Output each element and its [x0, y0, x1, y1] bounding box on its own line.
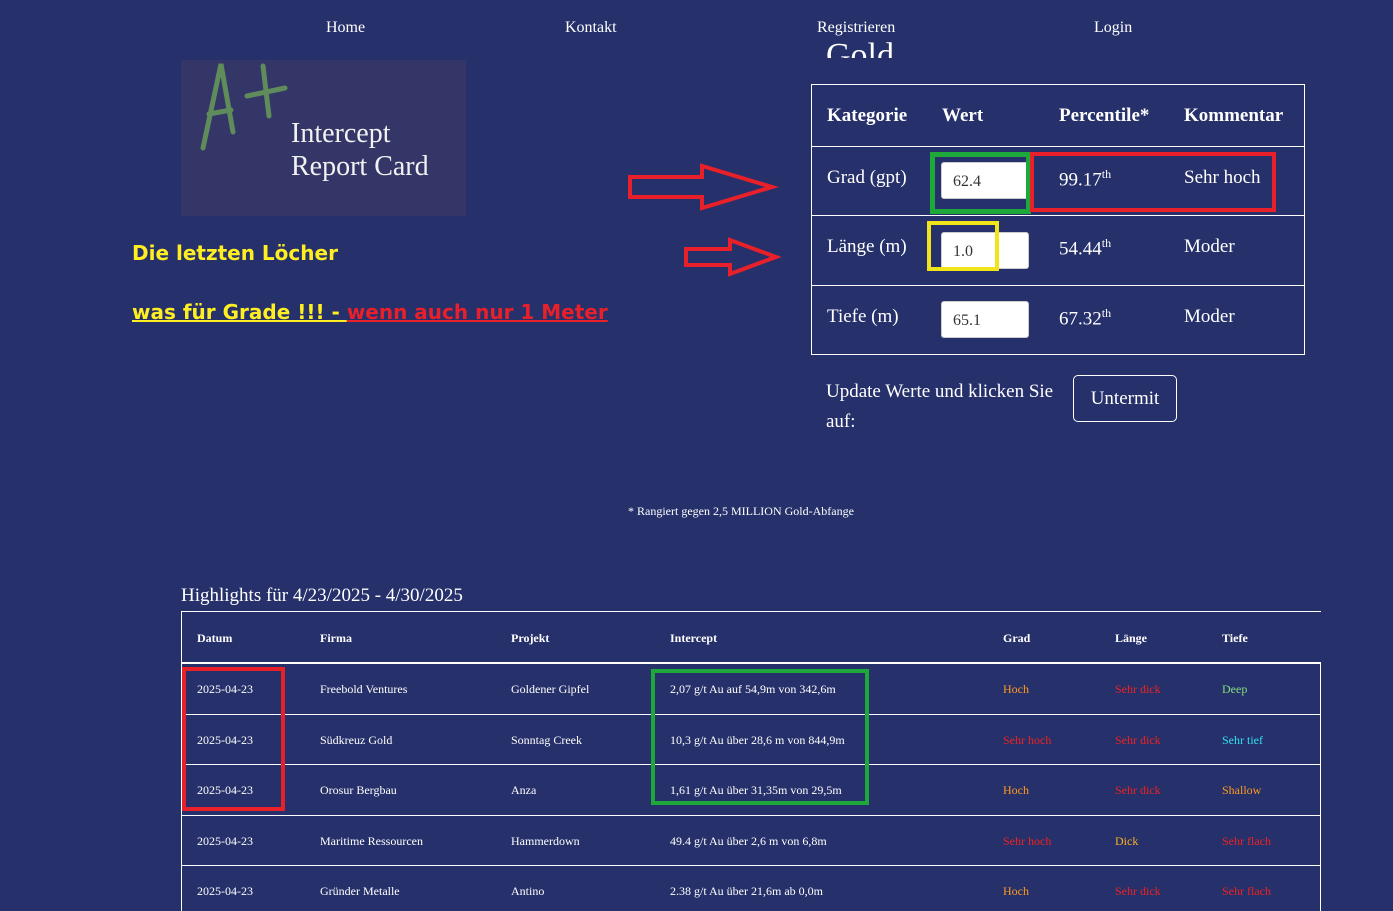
logo-line2: Report Card	[291, 151, 429, 182]
cell-company: Gründer Metalle	[320, 884, 400, 898]
cell-depth: Shallow	[1222, 783, 1262, 797]
cell-project: Antino	[511, 884, 545, 898]
category-length: Länge (m)	[827, 236, 907, 257]
annotation-arrows	[628, 163, 782, 277]
promo-subline-yellow: was für Grade !!! -	[132, 300, 347, 324]
cell-intercept: 49.4 g/t Au über 2,6 m von 6,8m	[670, 833, 827, 848]
cell-length: Sehr dick	[1115, 884, 1161, 898]
cell-depth: Sehr flach	[1222, 833, 1271, 848]
cell-grade: Hoch	[1003, 884, 1029, 898]
cell-project: Hammerdown	[511, 833, 580, 848]
percentile-depth: 67.32th	[1059, 306, 1112, 330]
highlight-dates	[182, 667, 285, 811]
cell-grade: Sehr hoch	[1003, 833, 1052, 848]
comment-depth: Moder	[1184, 306, 1235, 327]
category-depth: Tiefe (m)	[827, 306, 899, 327]
nav-contact-link[interactable]: Kontakt	[565, 19, 617, 37]
cell-date: 2025-04-23	[197, 833, 253, 848]
cell-project: Goldener Gipfel	[511, 682, 590, 696]
cell-length: Sehr dick	[1115, 682, 1161, 696]
submit-button[interactable]: Untermit	[1073, 375, 1177, 422]
col-header-company: Firma	[320, 631, 352, 645]
highlight-length-value	[927, 221, 999, 271]
cell-depth: Deep	[1222, 682, 1248, 696]
cell-project: Sonntag Creek	[511, 732, 582, 747]
cell-grade: Sehr hoch	[1003, 732, 1052, 747]
highlight-grade-result	[1030, 152, 1276, 212]
intercept-report-card-logo: Intercept Report Card	[181, 60, 466, 216]
col-header-length: Länge	[1115, 631, 1148, 645]
depth-value-input[interactable]: 65.1	[941, 301, 1029, 338]
arrow-icon-length	[684, 237, 782, 277]
nav-login-link[interactable]: Login	[1094, 19, 1132, 37]
cell-length: Sehr dick	[1115, 732, 1161, 747]
category-grade: Grad (gpt)	[827, 167, 907, 188]
col-header-grade: Grad	[1003, 631, 1031, 645]
top-nav: Home Kontakt Registrieren Login	[0, 0, 1393, 56]
scorecard-title: Gold	[826, 37, 894, 58]
cell-company: Freebold Ventures	[320, 682, 408, 696]
arrow-icon-grade	[628, 163, 779, 211]
col-header-depth: Tiefe	[1222, 631, 1248, 645]
update-instructions: Update Werte und klicken Sie auf:	[826, 381, 1054, 432]
nav-home-link[interactable]: Home	[326, 19, 365, 37]
cell-length: Dick	[1115, 833, 1139, 848]
cell-company: Maritime Ressourcen	[320, 833, 423, 848]
highlight-grade-value	[930, 152, 1031, 214]
row-divider	[812, 215, 1304, 216]
cell-length: Sehr dick	[1115, 783, 1161, 797]
header-comment: Kommentar	[1184, 105, 1284, 126]
col-header-project: Projekt	[511, 631, 550, 645]
cell-date: 2025-04-23	[197, 884, 253, 898]
cell-grade: Hoch	[1003, 682, 1029, 696]
row-divider	[181, 865, 1321, 866]
header-value: Wert	[942, 105, 984, 126]
cell-grade: Hoch	[1003, 783, 1029, 797]
row-divider	[181, 814, 1321, 816]
promo-subline-red: wenn auch nur 1 Meter	[346, 300, 608, 324]
promo-subline: was für Grade !!! - wenn auch nur 1 Mete…	[132, 300, 608, 324]
cell-company: Orosur Bergbau	[320, 783, 397, 797]
highlight-intercepts	[651, 669, 869, 805]
row-divider	[812, 285, 1304, 286]
percentile-length: 54.44th	[1059, 236, 1112, 260]
cell-company: Südkreuz Gold	[320, 732, 393, 747]
col-header-intercept: Intercept	[670, 631, 718, 645]
header-percentile: Percentile*	[1059, 105, 1150, 126]
cell-intercept: 2.38 g/t Au über 21,6m ab 0,0m	[670, 884, 823, 898]
percentile-footnote: * Rangiert gegen 2,5 MILLION Gold-Abfang…	[628, 504, 854, 518]
scorecard-table: Kategorie Wert Percentile* Kommentar Gra…	[811, 84, 1305, 355]
table-top-border	[181, 611, 1321, 612]
row-divider	[812, 146, 1304, 147]
col-header-date: Datum	[197, 631, 233, 645]
cell-project: Anza	[511, 783, 537, 797]
promo-headline: Die letzten Löcher	[132, 241, 338, 265]
header-category: Kategorie	[827, 105, 908, 126]
cell-depth: Sehr tief	[1222, 732, 1263, 747]
cell-depth: Sehr flach	[1222, 884, 1271, 898]
table-right-border	[1320, 663, 1321, 911]
comment-length: Moder	[1184, 236, 1235, 257]
table-header-border	[181, 662, 1321, 664]
logo-line1: Intercept	[291, 118, 391, 149]
highlights-title: Highlights für 4/23/2025 - 4/30/2025	[181, 585, 463, 606]
